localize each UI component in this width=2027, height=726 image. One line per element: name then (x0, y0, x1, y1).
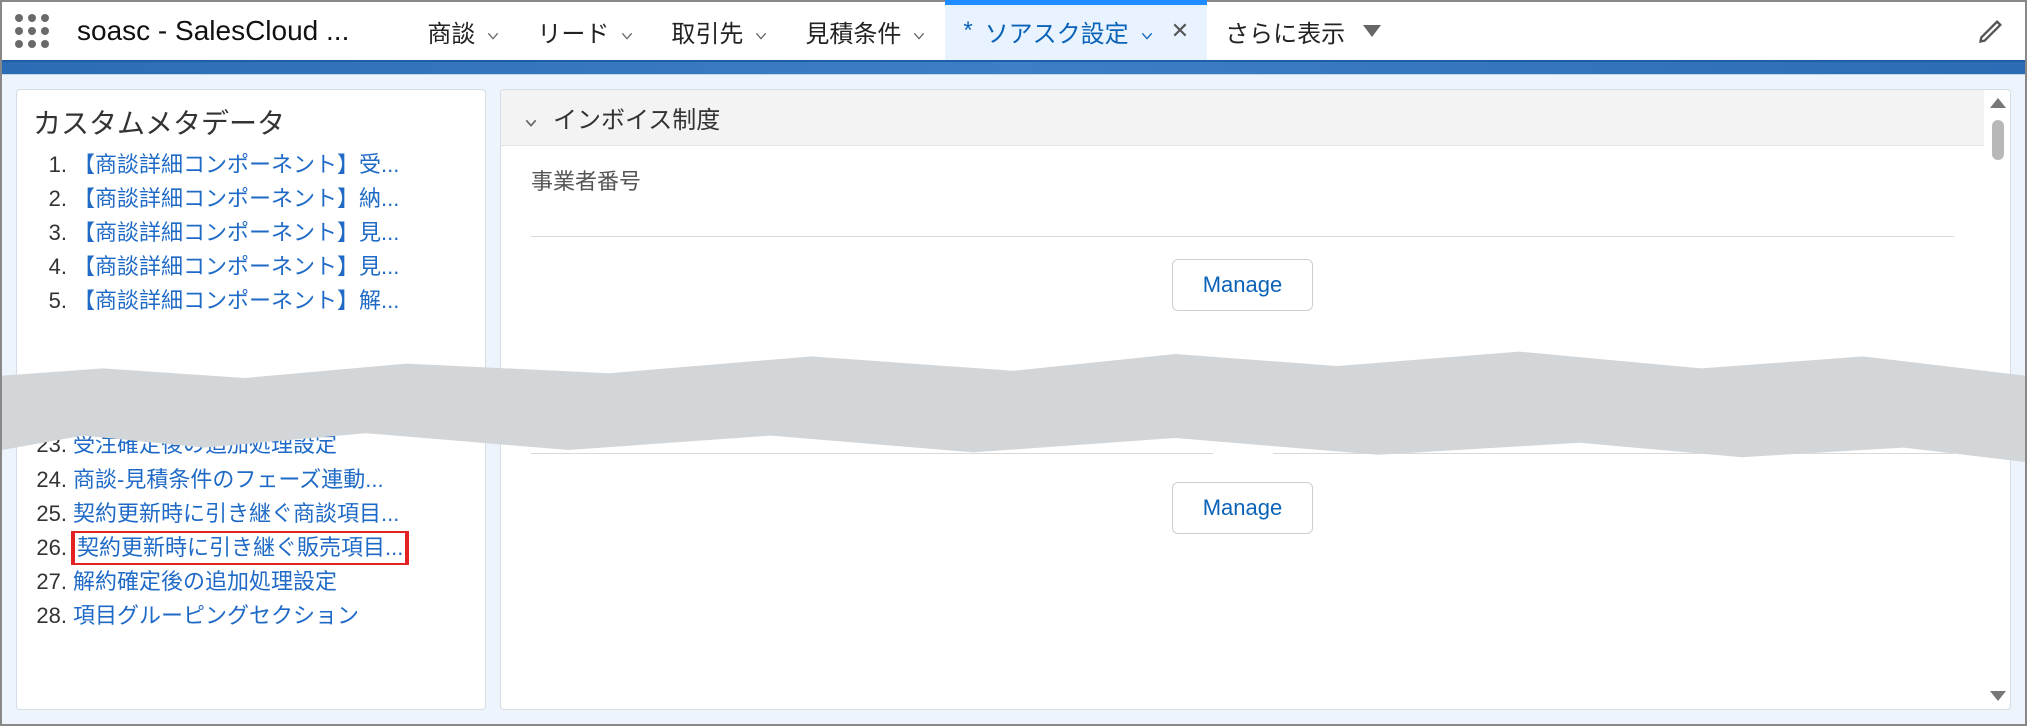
sidebar-link[interactable]: 【商談詳細コンポーネント】納... (73, 182, 399, 216)
chevron-down-icon[interactable] (911, 23, 927, 39)
chevron-down-icon (523, 110, 539, 126)
chevron-down-icon[interactable] (485, 23, 501, 39)
nav-tab-label: 取引先 (671, 14, 743, 49)
section-header[interactable]: インボイス制度 (501, 90, 1984, 146)
sidebar-link[interactable]: 項目グルーピングセクション (73, 599, 359, 633)
nav-tab-more[interactable]: さらに表示 (1207, 2, 1399, 60)
sidebar-link[interactable]: 契約更新時に引き継ぐ商談項目... (73, 497, 399, 531)
chevron-down-icon[interactable] (619, 23, 635, 39)
nav-tab-label: 見積条件 (805, 14, 901, 49)
sidebar-item: 25.契約更新時に引き継ぐ商談項目... (31, 497, 477, 531)
sidebar-item: 5.【商談詳細コンポーネント】解... (31, 284, 477, 318)
field-underline (531, 453, 1213, 454)
sidebar-list-top: 1.【商談詳細コンポーネント】受... 2.【商談詳細コンポーネント】納... … (31, 148, 477, 318)
scroll-down-icon[interactable] (1990, 691, 2006, 701)
sidebar-item: 28.項目グルーピングセクション (31, 599, 477, 633)
nav-tab-opportunity[interactable]: 商談 (409, 2, 519, 60)
sidebar-item: 4.【商談詳細コンポーネント】見... (31, 250, 477, 284)
close-icon[interactable]: ✕ (1171, 18, 1189, 44)
chevron-down-icon[interactable] (753, 23, 769, 39)
manage-button[interactable]: Manage (1172, 482, 1314, 534)
sidebar-item: 24.商談-見積条件のフェーズ連動... (31, 463, 477, 497)
nav-tab-label: ソアスク設定 (985, 14, 1129, 49)
nav-tab-label: 商談 (427, 14, 475, 49)
section-title: インボイス制度 (553, 100, 720, 135)
field-label-business-number: 事業者番号 (531, 164, 1954, 196)
sidebar-link[interactable]: 【商談詳細コンポーネント】見... (73, 250, 399, 284)
nav-tab-lead[interactable]: リード (519, 2, 653, 60)
sidebar-item: 2.【商談詳細コンポーネント】納... (31, 182, 477, 216)
app-name: soasc - SalesCloud ... (77, 15, 349, 47)
sidebar-item: 1.【商談詳細コンポーネント】受... (31, 148, 477, 182)
nav-tab-label: リード (537, 14, 609, 49)
sidebar-item: 3.【商談詳細コンポーネント】見... (31, 216, 477, 250)
manage-button[interactable]: Manage (1172, 259, 1314, 311)
sidebar-link[interactable]: 商談-見積条件のフェーズ連動... (73, 463, 384, 497)
sidebar-item-highlighted: 26.契約更新時に引き継ぐ販売項目... (31, 531, 477, 565)
sidebar-link[interactable]: 【商談詳細コンポーネント】解... (73, 284, 399, 318)
sidebar-item: 27.解約確定後の追加処理設定 (31, 565, 477, 599)
sidebar-link[interactable]: 解約確定後の追加処理設定 (73, 565, 337, 599)
chevron-down-icon[interactable] (1139, 23, 1155, 39)
nav-tabs: 商談 リード 取引先 見積条件 (409, 2, 1399, 60)
scroll-up-icon[interactable] (1990, 98, 2006, 108)
scroll-thumb[interactable] (1992, 120, 2004, 160)
sidebar-list-bottom: 23.受注確定後の追加処理設定 24.商談-見積条件のフェーズ連動... 25.… (31, 428, 477, 633)
nav-tab-label: さらに表示 (1225, 14, 1345, 49)
nav-tab-soasc-settings[interactable]: * ソアスク設定 ✕ (945, 2, 1207, 60)
nav-tab-account[interactable]: 取引先 (653, 2, 787, 60)
sidebar-link[interactable]: 【商談詳細コンポーネント】見... (73, 216, 399, 250)
accent-band (2, 62, 2025, 74)
caret-down-icon (1363, 25, 1381, 37)
dirty-indicator: * (963, 17, 972, 45)
app-launcher-icon[interactable] (12, 11, 52, 51)
field-underline (531, 236, 1954, 237)
sidebar-link[interactable]: 契約更新時に引き継ぐ販売項目... (73, 531, 407, 565)
sidebar-title: カスタムメタデータ (33, 102, 477, 142)
top-nav: soasc - SalesCloud ... 商談 リード 取引先 (2, 2, 2025, 62)
nav-tab-quote[interactable]: 見積条件 (787, 2, 945, 60)
pencil-icon[interactable] (1977, 17, 2005, 45)
sidebar-link[interactable]: 【商談詳細コンポーネント】受... (73, 148, 399, 182)
